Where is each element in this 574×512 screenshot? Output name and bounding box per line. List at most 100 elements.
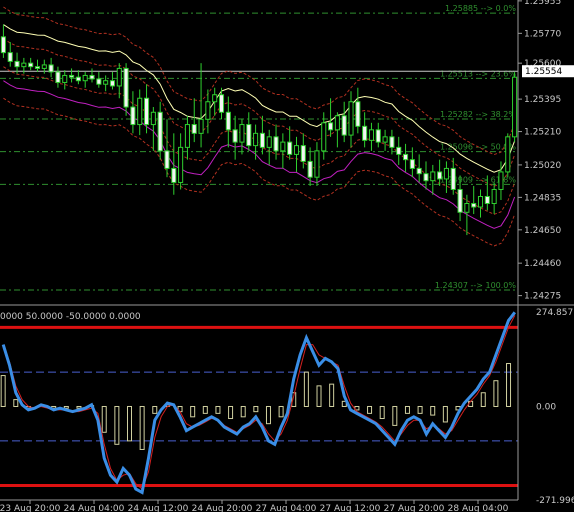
candle-body: [368, 129, 375, 141]
candle-body: [82, 74, 88, 82]
candle-body: [7, 52, 13, 62]
candle-body: [287, 141, 293, 155]
candle-body: [382, 136, 388, 143]
price-tick-label: 1.25210: [524, 128, 561, 138]
time-tick-label: 28 Aug 04:00: [448, 504, 509, 512]
candle-body: [150, 111, 156, 126]
candle-body: [55, 71, 61, 83]
candle-body: [96, 78, 102, 85]
candle-body: [116, 67, 122, 87]
price-tick-label: 1.25020: [524, 161, 561, 171]
candle-body: [437, 171, 443, 180]
candle-body: [457, 188, 463, 213]
candle-body: [362, 125, 368, 141]
candle-body: [450, 167, 456, 190]
candle-body: [157, 111, 163, 152]
candle-body: [225, 111, 231, 131]
candle-body: [130, 106, 136, 126]
candle-body: [178, 146, 184, 183]
candle-body: [34, 66, 41, 69]
fib-level-label: 1.25885 --> 0.0%: [445, 4, 516, 13]
candle-body: [396, 146, 402, 155]
candle-body: [464, 203, 470, 213]
candle-body: [253, 132, 259, 147]
time-tick-label: 27 Aug 12:00: [320, 504, 381, 512]
candle-body: [75, 76, 81, 82]
candle-body: [246, 124, 252, 147]
price-tick-label: 1.24460: [524, 259, 561, 269]
candle-body: [491, 188, 497, 205]
candle-body: [0, 36, 6, 54]
oscillator-header: 0000 50.0000 -50.0000 0.0000: [0, 312, 141, 322]
candle-body: [389, 136, 395, 148]
candle-body: [375, 129, 381, 143]
candle-body: [143, 97, 150, 126]
candle-body: [212, 94, 218, 103]
candle-body: [293, 145, 300, 155]
candle-body: [21, 62, 27, 68]
candle-body: [69, 74, 75, 78]
price-tick-label: 1.24835: [524, 193, 561, 203]
candle-body: [355, 101, 361, 127]
candle-body: [477, 195, 484, 208]
candle-body: [484, 195, 490, 205]
time-tick-label: 24 Aug 20:00: [192, 504, 253, 512]
candle-body: [48, 64, 54, 73]
price-tick-label: 1.24650: [524, 226, 561, 236]
candle-body: [300, 145, 306, 162]
candle-body: [28, 62, 34, 68]
price-tick-label: 1.25770: [524, 29, 561, 39]
candle-body: [341, 115, 347, 136]
oscillator-tick-label: 274.857: [536, 308, 573, 318]
candle-body: [41, 64, 47, 69]
candle-body: [191, 124, 197, 134]
fib-level-label: 1.24307 --> 100.0%: [435, 281, 517, 290]
candle-body: [266, 136, 272, 148]
candle-body: [512, 76, 518, 138]
candle-body: [505, 136, 511, 173]
candle-body: [14, 60, 20, 68]
price-tick-label: 1.25955: [524, 0, 561, 7]
candle-body: [259, 132, 265, 148]
candle-body: [239, 124, 245, 143]
candle-body: [171, 167, 177, 183]
candle-body: [321, 122, 327, 152]
candle-body: [280, 141, 286, 152]
candle-body: [328, 122, 334, 131]
candle-body: [89, 74, 95, 80]
candle-body: [314, 150, 320, 178]
time-tick-label: 23 Aug 20:00: [0, 504, 61, 512]
candle-body: [123, 67, 129, 108]
price-tick-label: 1.24275: [524, 292, 561, 302]
candle-body: [443, 167, 449, 180]
price-tick-label: 1.25395: [524, 95, 561, 105]
candle-body: [164, 150, 170, 169]
time-tick-label: 27 Aug 04:00: [256, 504, 317, 512]
candle-body: [498, 171, 504, 190]
candle-body: [430, 171, 436, 182]
candle-body: [423, 173, 429, 182]
candle-body: [402, 153, 409, 161]
candle-body: [184, 124, 190, 148]
time-tick-label: 24 Aug 12:00: [128, 504, 189, 512]
candle-body: [218, 94, 225, 113]
time-tick-label: 24 Aug 04:00: [64, 504, 125, 512]
candle-body: [137, 97, 143, 126]
oscillator-tick-label: -271.996: [536, 496, 574, 506]
candle-body: [307, 160, 313, 178]
candle-body: [334, 115, 340, 131]
candle-body: [103, 80, 109, 85]
candle-body: [205, 101, 211, 120]
candle-body: [109, 80, 116, 87]
last-price-label: 1.25554: [525, 67, 562, 77]
candle-body: [62, 74, 68, 83]
candle-body: [198, 118, 204, 134]
candle-body: [273, 136, 279, 152]
fib-level-label: 1.25282 --> 38.2%: [440, 110, 516, 119]
chart-canvas: 1.25885 --> 0.0%1.25513 --> 23.6%1.25282…: [0, 0, 574, 512]
candle-body: [471, 203, 477, 208]
candle-body: [416, 167, 422, 175]
candle-body: [409, 159, 415, 169]
oscillator-tick-label: 0.00: [536, 402, 556, 412]
candle-body: [232, 129, 238, 143]
